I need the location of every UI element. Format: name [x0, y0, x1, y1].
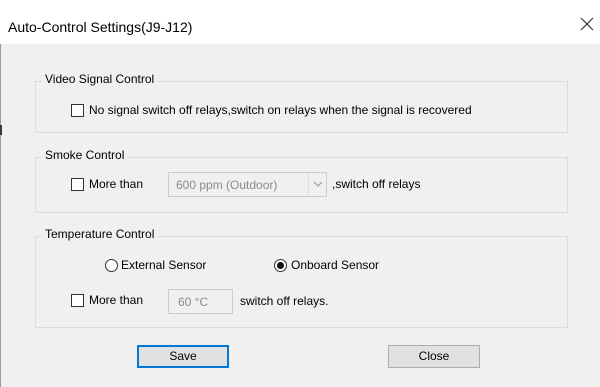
smoke-dropdown-button[interactable]: [308, 173, 326, 196]
window-title: Auto-Control Settings(J9-J12): [8, 19, 193, 35]
chevron-down-icon: [313, 181, 323, 187]
onboard-sensor-radio[interactable]: [274, 259, 287, 272]
no-signal-label: No signal switch off relays,switch on re…: [89, 103, 472, 117]
video-signal-legend: Video Signal Control: [42, 72, 158, 86]
smoke-more-than-label: More than: [89, 177, 144, 191]
smoke-suffix-label: ,switch off relays: [332, 177, 421, 191]
temperature-control-group: [35, 236, 568, 328]
smoke-threshold-value: 600 ppm (Outdoor): [176, 178, 278, 192]
resize-grip: [0, 125, 2, 135]
temp-suffix-label: switch off relays.: [240, 294, 329, 308]
close-icon[interactable]: [578, 15, 596, 33]
save-button[interactable]: Save: [137, 345, 229, 368]
smoke-threshold-select[interactable]: 600 ppm (Outdoor): [168, 172, 327, 197]
smoke-more-than-checkbox[interactable]: [71, 178, 84, 191]
smoke-control-legend: Smoke Control: [42, 148, 128, 162]
temperature-threshold-field[interactable]: 60 °C: [168, 289, 233, 314]
temp-more-than-checkbox[interactable]: [71, 294, 84, 307]
temperature-threshold-value: 60 °C: [178, 295, 209, 309]
no-signal-checkbox[interactable]: [71, 104, 84, 117]
temp-more-than-label: More than: [89, 293, 144, 307]
external-sensor-label: External Sensor: [121, 258, 207, 272]
temperature-control-legend: Temperature Control: [42, 227, 158, 241]
external-sensor-radio[interactable]: [105, 259, 118, 272]
onboard-sensor-label: Onboard Sensor: [291, 258, 380, 272]
window-edge: [0, 44, 1, 387]
close-button[interactable]: Close: [388, 345, 480, 368]
